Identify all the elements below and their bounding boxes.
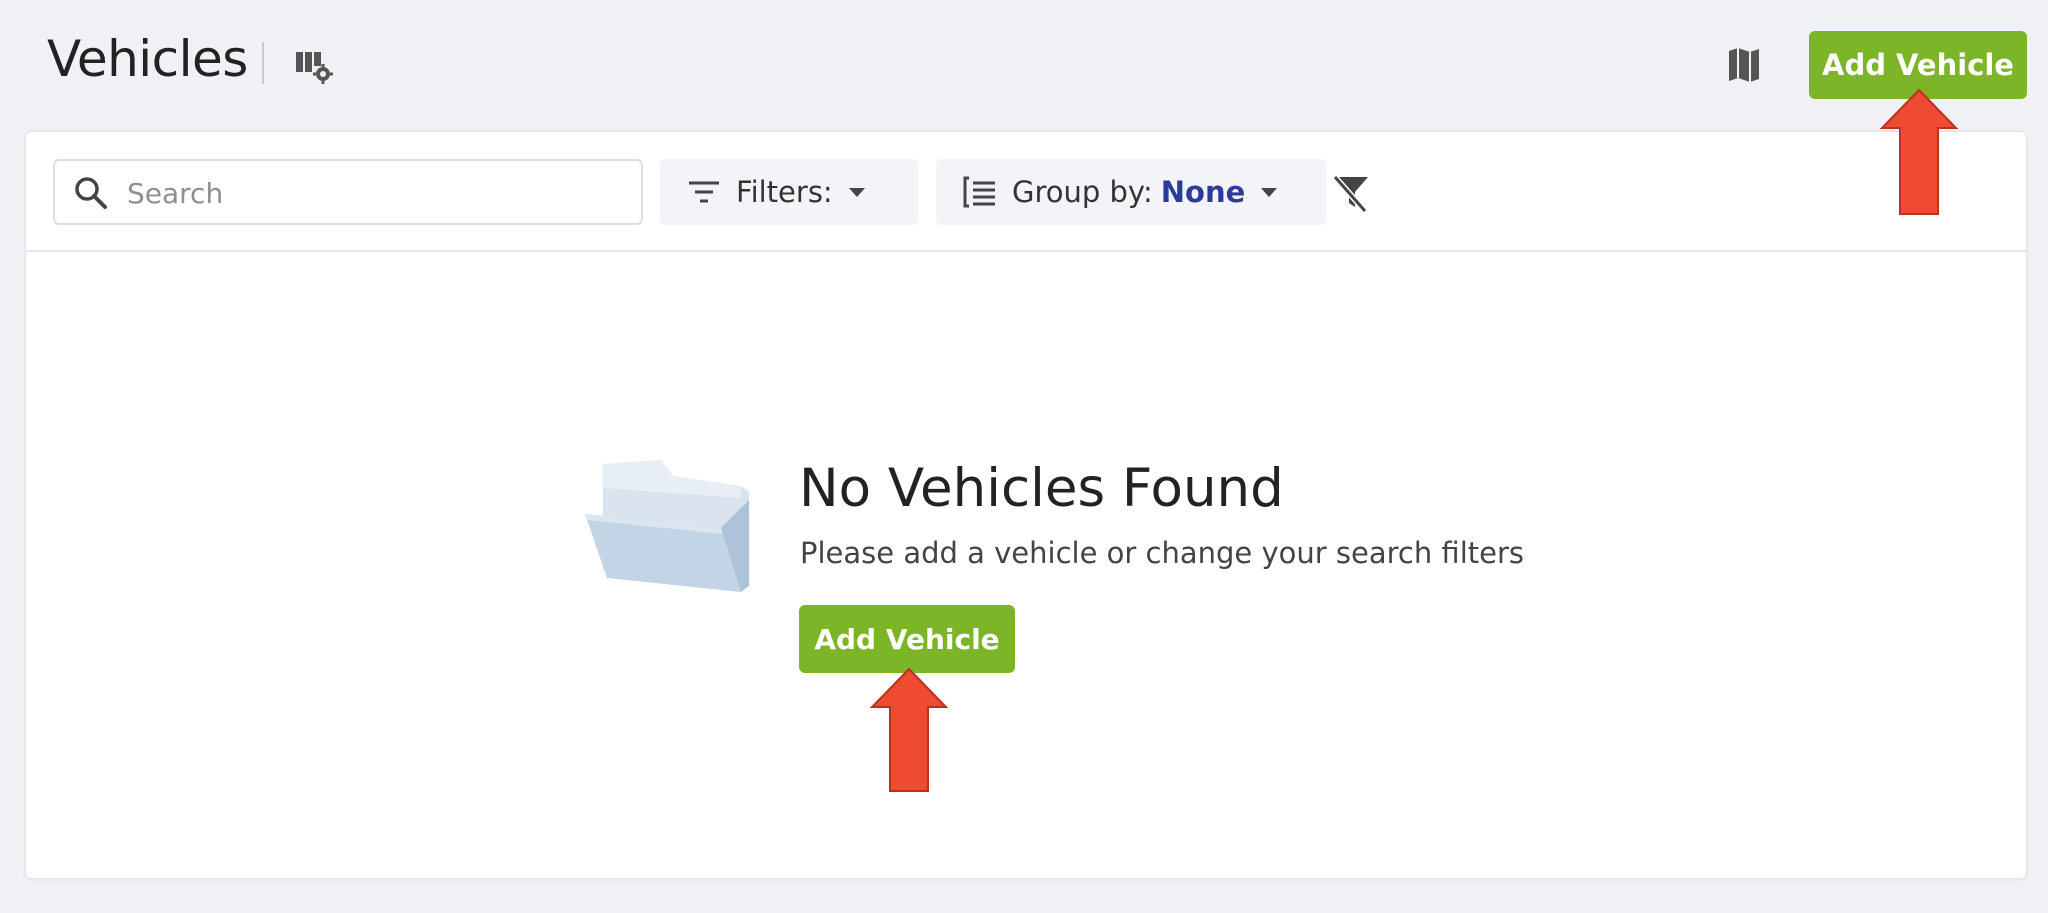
empty-state-subtitle: Please add a vehicle or change your sear… (800, 536, 1524, 570)
page-title: Vehicles (47, 30, 248, 88)
filters-dropdown[interactable]: Filters: (660, 159, 918, 225)
caret-down-icon (1261, 188, 1278, 197)
toolbar: Filters: Group by: None (26, 132, 2026, 252)
vehicle-settings-icon[interactable] (294, 48, 334, 84)
annotation-arrow-icon (1880, 88, 1958, 215)
caret-down-icon (848, 188, 865, 197)
group-by-dropdown[interactable]: Group by: None (936, 159, 1326, 225)
vehicles-panel: Filters: Group by: None (25, 131, 2027, 879)
filter-lines-icon (689, 181, 719, 203)
filters-label: Filters: (736, 175, 833, 209)
search-input[interactable] (127, 171, 617, 215)
empty-state-title: No Vehicles Found (799, 458, 1284, 519)
folder-icon (581, 458, 756, 598)
search-icon (73, 175, 109, 211)
clear-filter-icon[interactable] (1331, 173, 1373, 213)
title-divider (262, 42, 264, 84)
group-by-label: Group by: (1012, 175, 1153, 209)
group-list-icon (963, 176, 995, 208)
annotation-arrow-icon (870, 667, 948, 792)
search-box[interactable] (53, 159, 643, 225)
group-by-value: None (1160, 175, 1246, 209)
map-icon[interactable] (1726, 46, 1762, 84)
top-bar: Vehicles Add Vehicle (0, 0, 2048, 130)
add-vehicle-empty-button[interactable]: Add Vehicle (799, 605, 1015, 673)
